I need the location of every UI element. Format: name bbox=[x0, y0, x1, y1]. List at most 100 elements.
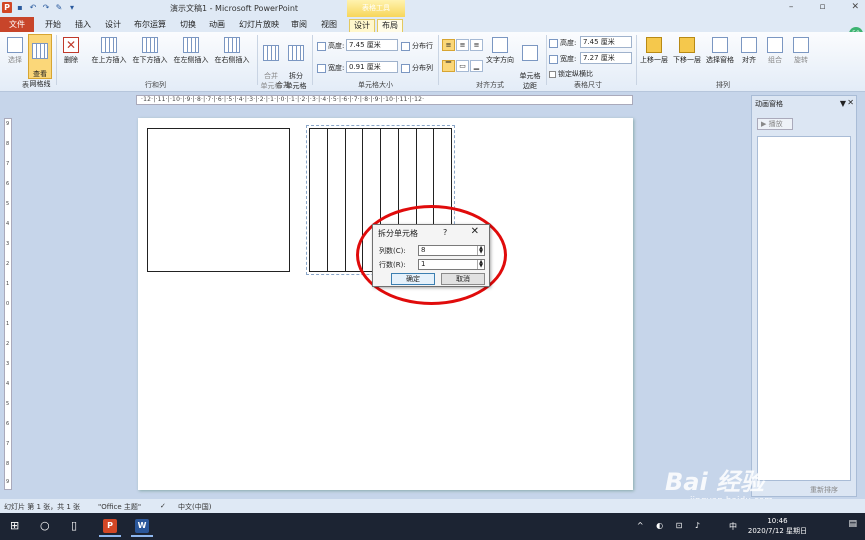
dialog-help-button[interactable]: ? bbox=[443, 228, 447, 237]
cancel-button[interactable]: 取消 bbox=[441, 273, 485, 285]
tab-table-design[interactable]: 设计 bbox=[349, 19, 375, 32]
group-label-arrange: 排列 bbox=[716, 81, 730, 89]
ime-indicator[interactable]: 中 bbox=[729, 521, 737, 532]
group-label-alignment: 对齐方式 bbox=[476, 81, 504, 89]
distribute-columns-button[interactable]: 分布列 bbox=[401, 63, 433, 73]
animation-pane-title: 动画窗格 bbox=[755, 100, 783, 108]
tab-animations[interactable]: 动画 bbox=[209, 19, 225, 32]
table-column[interactable] bbox=[310, 129, 328, 271]
delete-table-icon: ✕ bbox=[63, 37, 79, 53]
undo-icon[interactable]: ↶ bbox=[28, 2, 38, 13]
table-column[interactable] bbox=[328, 129, 346, 271]
selection-pane-icon bbox=[712, 37, 728, 53]
bring-forward-button[interactable]: 上移一层 bbox=[638, 37, 670, 65]
tab-file[interactable]: 文件 bbox=[0, 17, 34, 32]
table-tools-label: 表格工具 bbox=[347, 0, 405, 17]
split-cells-dialog: 拆分单元格 ? ✕ 列数(C): 8 ▲ ▼ 行数(R): 1 ▲ ▼ 确定 取消 bbox=[372, 224, 490, 287]
selection-pane-button[interactable]: 选择窗格 bbox=[704, 37, 736, 65]
taskbar-word[interactable]: W bbox=[131, 516, 153, 537]
tab-design[interactable]: 设计 bbox=[105, 19, 121, 32]
pane-menu-icon[interactable]: ▼ bbox=[840, 99, 846, 108]
powerpoint-app-icon[interactable]: P bbox=[2, 2, 12, 13]
tab-transitions[interactable]: 切换 bbox=[180, 19, 196, 32]
tab-boolean[interactable]: 布尔运算 bbox=[134, 19, 166, 32]
send-backward-button[interactable]: 下移一层 bbox=[671, 37, 703, 65]
tab-slideshow[interactable]: 幻灯片放映 bbox=[239, 19, 279, 32]
align-center-button[interactable]: ≡ bbox=[456, 39, 469, 51]
insert-above-button[interactable]: 在上方插入 bbox=[89, 37, 129, 65]
theme-name: "Office 主题" bbox=[98, 503, 142, 511]
close-button[interactable]: ✕ bbox=[851, 2, 859, 12]
dialog-close-button[interactable]: ✕ bbox=[471, 226, 479, 237]
group-label-table-size: 表格尺寸 bbox=[574, 81, 602, 89]
text-direction-button[interactable]: 文字方向 bbox=[485, 37, 515, 65]
ruler-tick-label: 5 bbox=[6, 401, 10, 407]
ruler-tick-label: 7 bbox=[6, 161, 10, 167]
align-bottom-button[interactable]: ▁ bbox=[470, 60, 483, 72]
ruler-tick-label: 4 bbox=[6, 221, 10, 227]
pane-close-icon[interactable]: ✕ bbox=[847, 98, 854, 107]
notification-icon[interactable]: ▤ bbox=[848, 519, 857, 529]
window-controls: – ▫ ✕ bbox=[789, 2, 859, 12]
merge-cells-icon bbox=[263, 45, 279, 61]
insert-left-button[interactable]: 在左侧插入 bbox=[171, 37, 211, 65]
group-objects-icon bbox=[767, 37, 783, 53]
cell-width-input[interactable]: 0.91 厘米 bbox=[346, 61, 398, 73]
slide-canvas[interactable] bbox=[138, 118, 633, 490]
system-tray-icons[interactable]: ^ ◐ ⊡ ♪ bbox=[637, 521, 705, 530]
taskbar-powerpoint[interactable]: P bbox=[99, 516, 121, 537]
ruler-tick-label: 3 bbox=[6, 241, 10, 247]
language[interactable]: 中文(中国) bbox=[178, 502, 211, 512]
rows-spinner[interactable]: ▲ ▼ bbox=[477, 260, 484, 269]
minimize-button[interactable]: – bbox=[789, 2, 794, 12]
save-icon[interactable]: ▪ bbox=[15, 2, 25, 13]
distribute-rows-button[interactable]: 分布行 bbox=[401, 41, 433, 51]
ok-button[interactable]: 确定 bbox=[391, 273, 435, 285]
ruler-tick-label: 8 bbox=[6, 461, 10, 467]
select-button[interactable]: 选择 bbox=[4, 37, 26, 65]
search-icon[interactable]: ○ bbox=[40, 519, 50, 532]
redo-icon[interactable]: ↷ bbox=[41, 2, 51, 13]
cell-height-input[interactable]: 7.45 厘米 bbox=[346, 39, 398, 51]
spellcheck-icon[interactable]: ✓ bbox=[160, 502, 166, 510]
ruler-tick-label: 6 bbox=[6, 181, 10, 187]
insert-column-right-icon bbox=[224, 37, 240, 53]
columns-spinner[interactable]: ▲ ▼ bbox=[477, 246, 484, 255]
customize-qat-icon[interactable]: ▾ bbox=[67, 2, 77, 13]
columns-input[interactable]: 8 ▲ ▼ bbox=[418, 245, 485, 256]
align-top-button[interactable]: ▔ bbox=[442, 60, 455, 72]
cell-width-label: 宽度: bbox=[328, 64, 345, 72]
delete-button[interactable]: ✕ 删除 bbox=[60, 37, 82, 65]
align-button[interactable]: 对齐 bbox=[739, 37, 759, 65]
word-icon: W bbox=[135, 519, 149, 533]
task-view-icon[interactable]: ▯ bbox=[71, 519, 77, 532]
rotate-icon bbox=[793, 37, 809, 53]
rectangle-shape[interactable] bbox=[147, 128, 290, 272]
distribute-rows-icon bbox=[401, 41, 410, 51]
lock-aspect-ratio-checkbox[interactable]: 锁定纵横比 bbox=[549, 69, 593, 79]
play-button[interactable]: ▶ 播放 bbox=[757, 118, 793, 130]
clock[interactable]: 10:46 2020/7/12 星期日 bbox=[748, 516, 807, 536]
tab-home[interactable]: 开始 bbox=[45, 19, 61, 32]
reorder-label: 重新排序 bbox=[810, 486, 838, 494]
format-painter-icon[interactable]: ✎ bbox=[54, 2, 64, 13]
tab-view[interactable]: 视图 bbox=[321, 19, 337, 32]
table-height-input[interactable]: 7.45 厘米 bbox=[580, 36, 632, 48]
maximize-button[interactable]: ▫ bbox=[819, 2, 825, 12]
start-icon[interactable]: ⊞ bbox=[10, 519, 19, 532]
align-middle-button[interactable]: ▭ bbox=[456, 60, 469, 72]
align-right-button[interactable]: ≡ bbox=[470, 39, 483, 51]
group-objects-button[interactable]: 组合 bbox=[764, 37, 786, 65]
insert-below-button[interactable]: 在下方插入 bbox=[130, 37, 170, 65]
tab-table-layout[interactable]: 布局 bbox=[377, 19, 403, 32]
tab-insert[interactable]: 插入 bbox=[75, 19, 91, 32]
tab-review[interactable]: 审阅 bbox=[291, 19, 307, 32]
cell-margins-button[interactable]: 单元格 边距 bbox=[517, 37, 543, 91]
view-gridlines-button[interactable]: 查看 网格线 bbox=[28, 34, 52, 88]
animation-list[interactable] bbox=[757, 136, 851, 481]
rows-input[interactable]: 1 ▲ ▼ bbox=[418, 259, 485, 270]
rotate-button[interactable]: 旋转 bbox=[790, 37, 812, 65]
table-width-input[interactable]: 7.27 厘米 bbox=[580, 52, 632, 64]
insert-right-button[interactable]: 在右侧插入 bbox=[212, 37, 252, 65]
align-left-button[interactable]: ≡ bbox=[442, 39, 455, 51]
